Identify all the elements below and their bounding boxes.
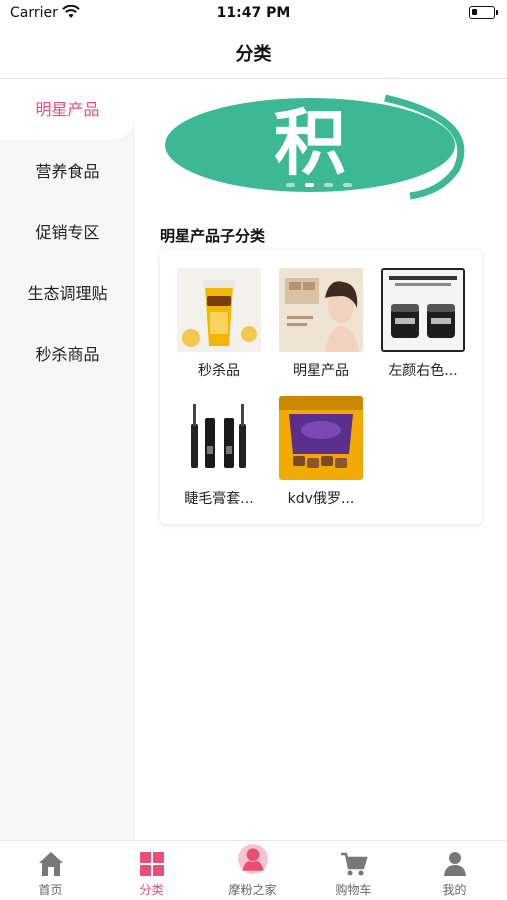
tab-category[interactable]: 分类 (101, 841, 202, 900)
product-item-flash-sale[interactable]: 秒杀品 (174, 268, 264, 380)
sidebar-item-eco-patch[interactable]: 生态调理贴 (0, 264, 135, 324)
tab-label: 购物车 (335, 883, 372, 897)
tab-mine[interactable]: 我的 (404, 841, 505, 900)
tab-mofen-home[interactable]: 摩粉之家 (202, 841, 303, 900)
sidebar-item-star-products[interactable]: 明星产品 (0, 80, 135, 140)
product-item-mascara-set[interactable]: 睫毛膏套... (174, 396, 264, 508)
ji-logo-banner[interactable]: 积 (160, 90, 482, 200)
svg-text:积: 积 (274, 101, 346, 185)
user-icon (444, 852, 466, 876)
tab-home[interactable]: 首页 (0, 841, 101, 900)
tab-bar: 首页 分类 摩粉之家 购物车 我的 (0, 840, 507, 900)
category-icon (140, 852, 164, 876)
mofen-home-icon (238, 844, 268, 874)
banner-image: 积 (165, 94, 465, 200)
product-label: 左颜右色... (388, 363, 458, 379)
home-icon (39, 852, 63, 876)
product-item-kdv-candy[interactable]: kdv俄罗... (276, 396, 366, 508)
product-label: 明星产品 (293, 363, 349, 379)
mascara-image (177, 396, 261, 480)
product-item-star-products[interactable]: 明星产品 (276, 268, 366, 380)
meco-drink-image (177, 268, 261, 352)
status-bar: Carrier 11:47 PM (0, 0, 507, 28)
subcategory-card: 秒杀品 明星产品 左颜右色... 睫毛膏套... kdv俄罗... (160, 250, 482, 524)
clock: 11:47 PM (216, 5, 291, 21)
cart-icon (341, 852, 368, 876)
page-title: 分类 (235, 44, 272, 65)
tab-cart[interactable]: 购物车 (303, 841, 404, 900)
tab-label: 分类 (139, 883, 164, 897)
tab-label: 首页 (38, 883, 63, 897)
nav-bar: 分类 (0, 28, 507, 79)
category-sidebar: 明星产品 营养食品 促销专区 生态调理贴 秒杀商品 (0, 80, 135, 840)
subcategory-title: 明星产品子分类 (160, 227, 266, 245)
product-label: 睫毛膏套... (184, 491, 254, 507)
product-label: 秒杀品 (198, 363, 240, 379)
tab-label: 摩粉之家 (228, 883, 277, 897)
cosmetics-jars-image (381, 268, 465, 352)
product-item-left-face-right-color[interactable]: 左颜右色... (378, 268, 468, 380)
sidebar-item-promotion[interactable]: 促销专区 (0, 203, 135, 263)
sidebar-item-nutrition-food[interactable]: 营养食品 (0, 142, 135, 202)
tab-label: 我的 (442, 883, 467, 897)
model-portrait-image (279, 268, 363, 352)
sidebar-item-flash-sale[interactable]: 秒杀商品 (0, 325, 135, 385)
product-label: kdv俄罗... (287, 491, 355, 507)
kdv-candy-image (279, 396, 363, 480)
battery-icon (469, 6, 498, 19)
